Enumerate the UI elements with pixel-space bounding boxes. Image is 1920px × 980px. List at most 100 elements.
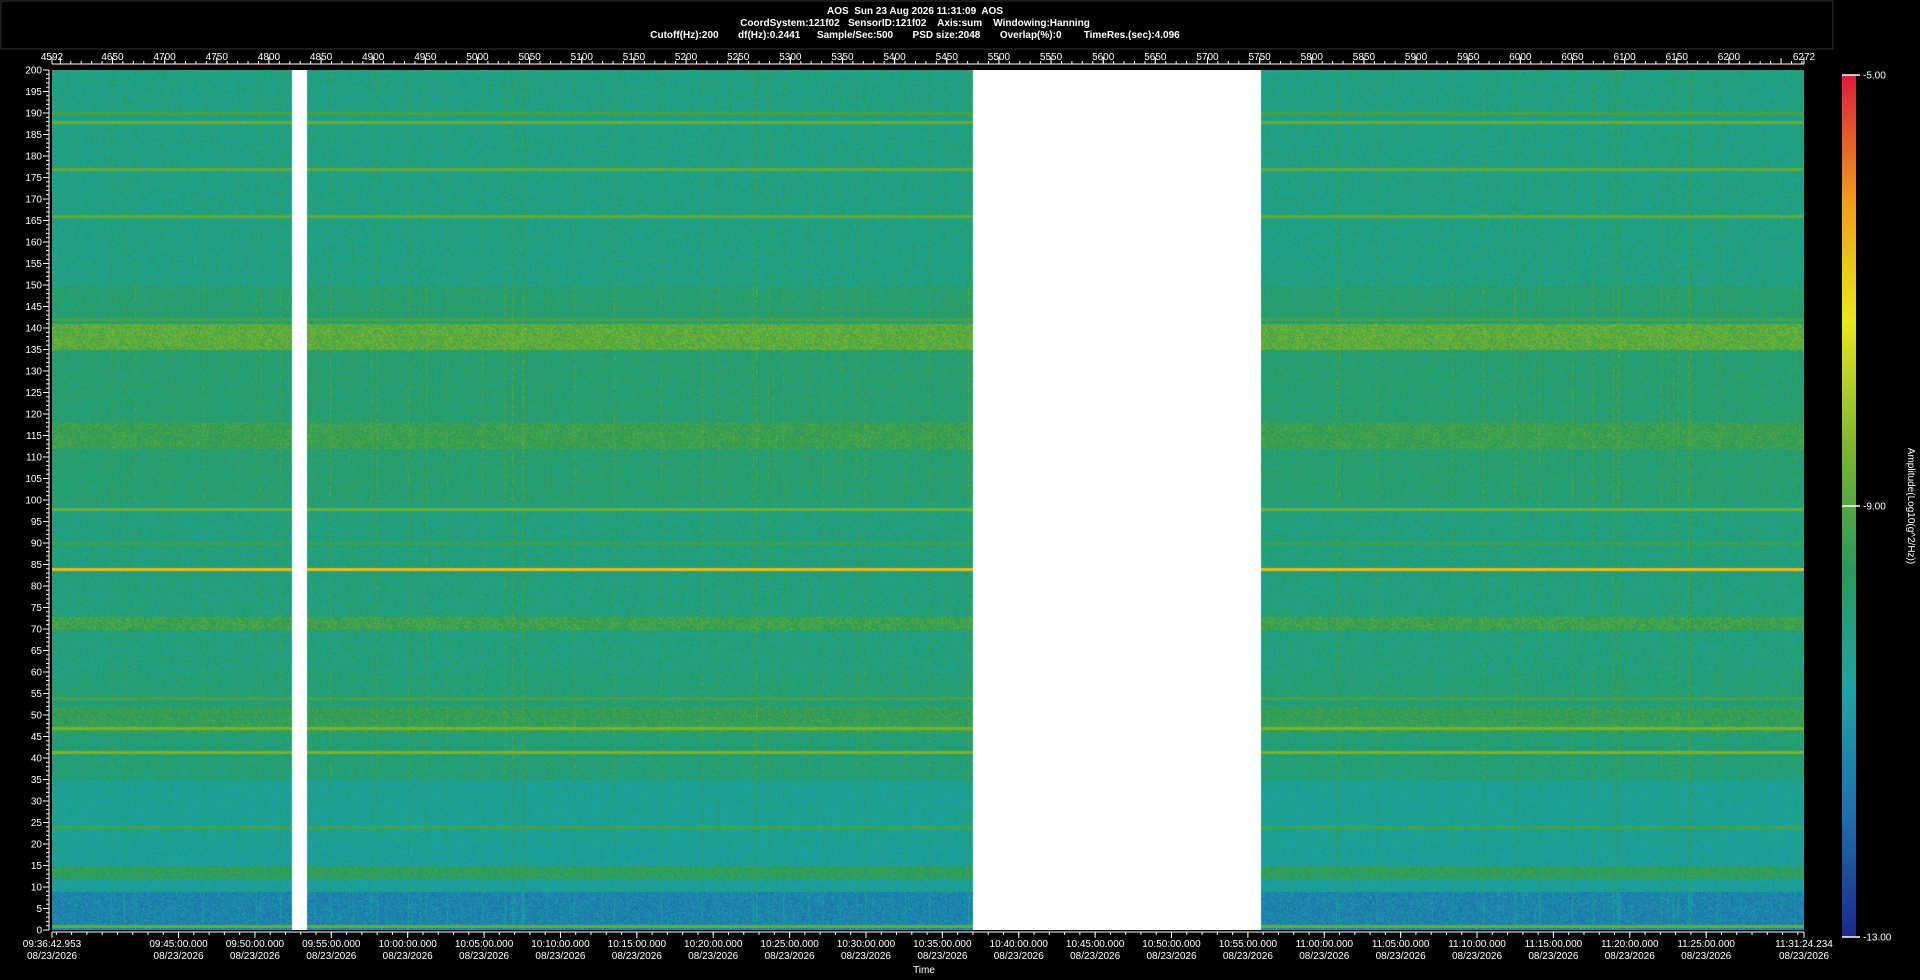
y-axis-tick-label: 85 [31,560,43,571]
y-axis-tick-label: 125 [25,388,42,399]
y-axis-tick-label: 105 [25,474,42,485]
y-axis-tick-label: 80 [31,582,43,593]
top-axis-tick-label: 6050 [1561,52,1584,63]
y-axis-tick-label: 50 [31,711,43,722]
x-axis-time-label: 11:20:00.000 [1601,939,1659,950]
x-axis-time-label: 10:35:00.000 [913,939,972,950]
x-axis-date-label: 08/23/2026 [383,951,433,962]
x-axis-time-label: 10:30:00.000 [837,939,896,950]
spectrogram-plot-area [52,70,1804,930]
y-axis-tick-label: 0 [36,926,42,937]
top-axis-tick-label: 5250 [727,52,750,63]
top-axis-tick-label: 5350 [831,52,854,63]
top-axis-tick-label: 5550 [1040,52,1063,63]
top-axis-tick-label: 5850 [1353,52,1376,63]
x-axis-date-label: 08/23/2026 [306,951,356,962]
x-axis-time-label: 11:31:24.234 [1775,939,1833,950]
colorbar-tick-label: -13.00 [1863,933,1892,944]
top-axis-tick-label: 6150 [1666,52,1689,63]
y-axis-tick-label: 200 [25,66,42,77]
x-axis-date-label: 08/23/2026 [612,951,662,962]
x-axis-date-label: 08/23/2026 [1528,951,1578,962]
top-axis-tick-label: 4800 [258,52,281,63]
top-axis-frame [0,0,1834,50]
y-axis-tick-label: 55 [31,689,43,700]
top-axis-tick-label: 5200 [675,52,698,63]
x-axis-date-label: 08/23/2026 [1681,951,1731,962]
y-axis-tick-label: 70 [31,625,43,636]
y-axis-tick-label: 165 [25,216,42,227]
top-axis-tick-label: 4850 [310,52,333,63]
top-axis-tick-label: 6200 [1718,52,1741,63]
x-axis-date-label: 08/23/2026 [917,951,967,962]
top-axis-tick-label: 5400 [884,52,907,63]
y-axis-tick-label: 190 [25,109,42,120]
x-axis-time-label: 11:05:00.000 [1372,939,1430,950]
colorbar-label: Amplitude(Log10(g^2/Hz)) [1905,448,1916,564]
x-axis-date-label: 08/23/2026 [1452,951,1502,962]
top-axis-tick-label: 5950 [1457,52,1480,63]
top-axis-tick-label: 5600 [1092,52,1115,63]
top-axis-tick-label: 4900 [362,52,385,63]
x-axis-time-label: 10:50:00.000 [1142,939,1201,950]
x-axis-date-label: 08/23/2026 [1376,951,1426,962]
x-axis-time-label: 10:05:00.000 [455,939,514,950]
top-axis-tick-label: 6100 [1614,52,1637,63]
x-axis-date-label: 08/23/2026 [841,951,891,962]
x-axis-time-label: 11:25:00.000 [1677,939,1735,950]
y-axis-tick-label: 30 [31,797,43,808]
top-axis-tick-label: 5500 [988,52,1011,63]
top-axis-tick-label: 5050 [519,52,542,63]
top-axis-tick-label: 4700 [154,52,177,63]
spectrogram-heatmap [52,70,1804,930]
x-axis-date-label: 08/23/2026 [765,951,815,962]
x-axis-date-label: 08/23/2026 [1070,951,1120,962]
top-index-axis: 4592 4650 4700 4750 4800 4850 4900 4950 5000 5050… [41,52,1816,65]
x-axis-date-label: 08/23/2026 [994,951,1044,962]
x-axis-time-label: 10:20:00.000 [684,939,743,950]
x-axis-date-label: 08/23/2026 [1779,951,1829,962]
x-axis-date-label: 08/23/2026 [459,951,509,962]
y-axis-tick-label: 90 [31,539,43,550]
x-axis-time-label: 10:45:00.000 [1066,939,1125,950]
x-axis-time-label: 11:10:00.000 [1448,939,1506,950]
y-axis-tick-label: 35 [31,775,43,786]
x-axis-time-label: 10:25:00.000 [760,939,819,950]
y-axis-tick-label: 65 [31,646,43,657]
y-axis-tick-label: 15 [31,861,43,872]
y-axis-tick-label: 130 [25,367,42,378]
y-axis-tick-label: 180 [25,152,42,163]
x-axis-time-label: 10:15:00.000 [608,939,667,950]
time-axis: 09:36:42.95308/23/202609:45:00.00008/23/… [23,931,1833,962]
colorbar-tick-label: -5.00 [1863,71,1886,82]
y-axis-tick-label: 175 [25,173,42,184]
y-axis-tick-label: 40 [31,754,43,765]
top-axis-tick-label: 5800 [1301,52,1324,63]
y-axis-tick-label: 20 [31,840,43,851]
top-axis-tick-label: 5100 [571,52,594,63]
y-axis-tick-label: 115 [26,431,42,442]
y-axis-tick-label: 185 [25,130,42,141]
top-axis-tick-label: 4950 [414,52,437,63]
y-axis-tick-label: 100 [25,496,42,507]
x-axis-time-label: 10:00:00.000 [378,939,437,950]
y-axis-tick-label: 25 [31,818,43,829]
y-axis-tick-label: 145 [25,302,42,313]
y-axis-tick-label: 75 [31,603,43,614]
y-axis-tick-label: 5 [36,904,42,915]
y-axis-tick-label: 195 [25,87,42,98]
y-axis-tick-label: 45 [31,732,43,743]
x-axis-time-label: 11:15:00.000 [1525,939,1583,950]
x-axis-time-label: 09:55:00.000 [302,939,361,950]
top-axis-tick-label: 4650 [101,52,124,63]
y-axis-tick-label: 95 [31,517,43,528]
x-axis-date-label: 08/23/2026 [154,951,204,962]
top-axis-tick-label: 5150 [623,52,646,63]
top-axis-tick-label: 5900 [1405,52,1428,63]
x-axis-date-label: 08/23/2026 [230,951,280,962]
top-axis-tick-label: 5000 [466,52,489,63]
top-axis-tick-label: 5300 [779,52,802,63]
colorbar: -5.00 -9.00 -13.00 [1842,71,1892,944]
x-axis-date-label: 08/23/2026 [27,951,77,962]
x-axis-time-label: 09:45:00.000 [149,939,208,950]
